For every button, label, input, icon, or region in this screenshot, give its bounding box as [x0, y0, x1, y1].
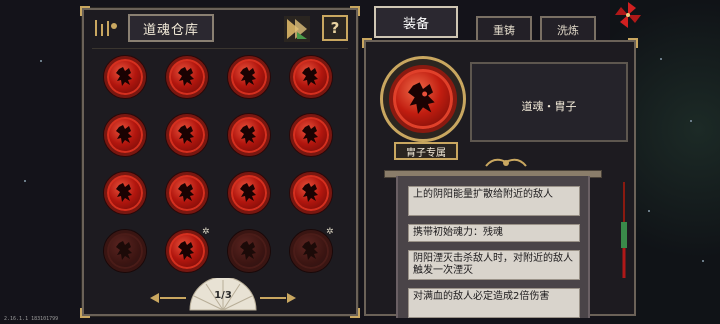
soul-slot[interactable] — [290, 172, 332, 214]
page-selector: 1/3 — [150, 278, 296, 312]
soul-slot[interactable] — [104, 114, 146, 156]
soul-slot[interactable] — [104, 56, 146, 98]
beast-emblem-icon — [302, 67, 318, 86]
star-badge-icon: ✲ — [326, 227, 334, 237]
page-indicator: 1/3 — [214, 290, 232, 301]
panel-corner — [362, 38, 372, 48]
soul-slot[interactable] — [166, 172, 208, 214]
item-name-box: 道魂・胄子 — [470, 62, 628, 142]
star-dot — [40, 60, 42, 62]
soul-slot[interactable] — [228, 230, 270, 272]
beast-emblem-icon — [116, 125, 132, 144]
beast-emblem-icon — [178, 241, 194, 260]
beast-emblem-icon — [240, 67, 256, 86]
equipped-soul-orb — [389, 65, 457, 133]
beast-emblem-icon — [178, 67, 194, 86]
help-button[interactable]: ? — [322, 15, 348, 41]
star-dot — [648, 210, 650, 212]
star-dot — [660, 58, 662, 60]
inventory-title: 道魂仓库 — [128, 14, 214, 42]
equipped-soul-slot[interactable] — [380, 56, 466, 142]
effect-line: 对满血的敌人必定造成2倍伤害 — [408, 288, 580, 318]
effect-line: 阴阳湮灭击杀敌人时，对附近的敌人触发一次湮灭 — [408, 250, 580, 280]
pager-line — [260, 297, 286, 299]
beast-emblem-icon — [240, 125, 256, 144]
tassel-ornament-icon — [621, 182, 627, 278]
beast-emblem-icon — [178, 183, 194, 202]
beast-emblem-icon — [302, 183, 318, 202]
beast-emblem-icon — [116, 183, 132, 202]
next-page-arrow-icon[interactable] — [287, 293, 296, 303]
soul-slot[interactable] — [228, 114, 270, 156]
beast-emblem-icon — [302, 125, 318, 144]
star-dot — [702, 260, 704, 262]
panel-corner — [80, 6, 90, 16]
panel-corner — [628, 38, 638, 48]
soul-slot[interactable] — [228, 56, 270, 98]
exclusive-badge: 胄子专属 — [394, 142, 458, 160]
beast-emblem-icon — [116, 241, 132, 260]
soul-slot[interactable] — [166, 114, 208, 156]
divider — [92, 48, 348, 49]
star-badge-icon: ✲ — [202, 227, 210, 237]
effect-line: 上的阴阳能量扩散给附近的敌人 — [408, 186, 580, 216]
item-name: 道魂・胄子 — [521, 100, 577, 113]
panel-corner — [350, 6, 360, 16]
star-dot — [24, 180, 26, 182]
panel-corner — [80, 308, 90, 318]
version-label: 2.16.1.1 183101799 — [4, 316, 59, 322]
beast-emblem-icon — [302, 241, 318, 260]
beast-emblem-icon — [240, 183, 256, 202]
beast-emblem-icon — [240, 241, 256, 260]
lantern-ornament-icon — [95, 20, 117, 36]
tab-equip[interactable]: 装备 — [374, 6, 458, 38]
prev-page-arrow-icon[interactable] — [150, 293, 159, 303]
soul-slot[interactable] — [104, 230, 146, 272]
soul-slot[interactable] — [228, 172, 270, 214]
soul-grid: ✲ ✲ — [100, 52, 344, 282]
pager-line — [160, 297, 186, 299]
star-dot — [690, 120, 692, 122]
sort-filter-icon[interactable] — [284, 16, 310, 42]
soul-slot[interactable] — [166, 56, 208, 98]
equip-detail-panel: 胄子专属 道魂・胄子 上的阴阳能量扩散给附近的敌人 携带初始魂力：残魂 阴阳湮灭… — [362, 38, 638, 318]
effect-line: 携带初始魂力：残魂 — [408, 224, 580, 242]
beast-emblem-icon — [408, 82, 435, 114]
pinwheel-icon[interactable] — [612, 0, 644, 30]
effects-scroll[interactable]: 上的阴阳能量扩散给附近的敌人 携带初始魂力：残魂 阴阳湮灭击杀敌人时，对附近的敌… — [396, 176, 590, 318]
soul-inventory-panel: 道魂仓库 ? ✲ ✲ 1/3 — [80, 6, 360, 318]
beast-emblem-icon — [116, 67, 132, 86]
scroll-ornament-icon — [485, 158, 527, 167]
beast-emblem-icon — [178, 125, 194, 144]
soul-slot[interactable] — [290, 56, 332, 98]
soul-slot[interactable] — [290, 114, 332, 156]
soul-slot[interactable] — [104, 172, 146, 214]
panel-corner — [350, 308, 360, 318]
